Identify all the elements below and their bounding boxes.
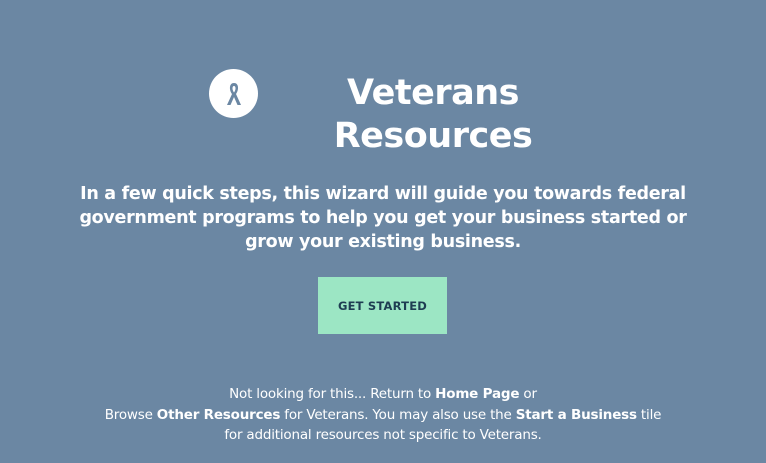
- footer-line2-prefix: Browse: [104, 406, 157, 423]
- footer-line-2: Browse Other Resources for Veterans. You…: [40, 405, 726, 426]
- get-started-button[interactable]: GET STARTED: [318, 277, 447, 334]
- intro-text: In a few quick steps, this wizard will g…: [79, 184, 687, 252]
- title-line-2: Resources: [333, 116, 533, 156]
- footer-text: Not looking for this... Return to Home P…: [40, 384, 726, 446]
- other-resources-link[interactable]: Other Resources: [157, 407, 281, 423]
- footer-line1-prefix: Not looking for this... Return to: [229, 386, 436, 402]
- start-a-business-link[interactable]: Start a Business: [516, 407, 637, 423]
- footer-line1-suffix: or: [519, 386, 537, 402]
- footer-line-3: for additional resources not specific to…: [224, 427, 542, 443]
- footer-line-1: Not looking for this... Return to Home P…: [40, 384, 726, 405]
- ribbon-icon: [209, 69, 258, 118]
- page-title: Veterans Resources: [300, 72, 566, 158]
- home-page-link[interactable]: Home Page: [435, 386, 519, 402]
- title-line-1: Veterans: [346, 73, 520, 113]
- ribbon-icon-graphic: [226, 82, 241, 105]
- footer-line2-suffix: tile: [636, 406, 662, 423]
- footer-line2-middle: for Veterans. You may also use the: [280, 406, 516, 423]
